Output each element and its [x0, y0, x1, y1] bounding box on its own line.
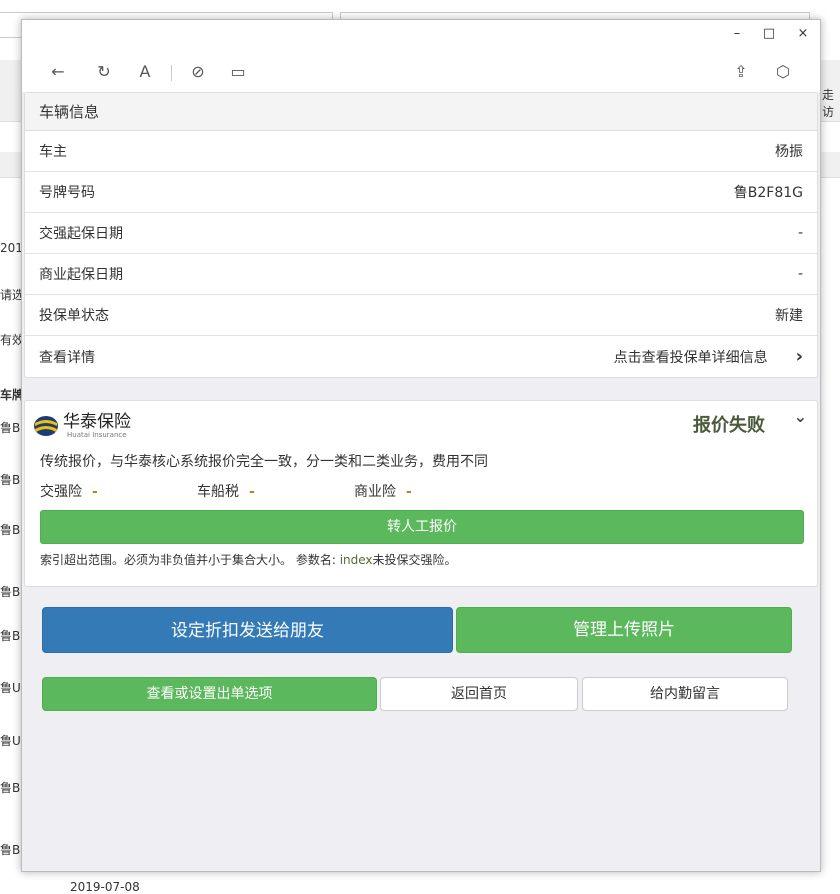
- error-keyword: index: [339, 553, 373, 567]
- chevron-right-icon: ›: [795, 346, 803, 367]
- background-text: 请选择: [0, 288, 22, 302]
- background-text: 有效: [0, 333, 22, 347]
- quote-card: 华泰保险 Huatai Insurance 报价失败 ⌄ 传统报价，与华泰核心系…: [24, 400, 818, 587]
- price-label: 车船税: [197, 484, 239, 500]
- view-details-row[interactable]: 查看详情 点击查看投保单详细信息 ›: [25, 336, 817, 377]
- row-label: 查看详情: [39, 349, 95, 366]
- policy-status-row: 投保单状态 新建: [25, 295, 817, 336]
- row-value: 新建: [775, 308, 803, 324]
- background-text: 鲁B8: [0, 843, 22, 857]
- close-button[interactable]: ×: [793, 26, 813, 41]
- row-value: 鲁B2F81G: [733, 185, 803, 201]
- price-vessel-tax: 车船税 -: [197, 481, 354, 501]
- owner-row: 车主 杨振: [25, 131, 817, 172]
- background-text: 2019: [0, 241, 22, 255]
- refresh-icon[interactable]: ↻: [93, 62, 115, 81]
- quote-status: 报价失败: [693, 415, 765, 436]
- price-commercial: 商业险 -: [354, 481, 511, 501]
- issuing-options-button[interactable]: 查看或设置出单选项: [42, 677, 377, 711]
- background-text: 鲁B3G9: [0, 473, 22, 487]
- price-label: 交强险: [40, 484, 82, 500]
- background-text: 鲁B2F8: [0, 421, 22, 435]
- background-text: 鲁B9: [0, 585, 22, 599]
- maximize-button[interactable]: □: [759, 26, 779, 41]
- row-value: 杨振: [775, 144, 803, 160]
- vehicle-info-card: 车辆信息 车主 杨振 号牌号码 鲁B2F81G 交强起保日期 - 商业起保日期 - 投保…: [24, 92, 818, 378]
- cube-icon[interactable]: ⬡: [772, 62, 794, 81]
- error-text: 未投保交强险。: [372, 553, 457, 567]
- row-value: -: [797, 266, 803, 282]
- background-text: 鲁U039: [0, 681, 22, 695]
- share-icon[interactable]: ⇪: [730, 62, 752, 81]
- manual-quote-button[interactable]: 转人工报价: [40, 510, 804, 544]
- home-button[interactable]: 返回首页: [380, 677, 578, 711]
- logo-en: Huatai Insurance: [67, 431, 127, 439]
- quote-description: 传统报价，与华泰核心系统报价完全一致，分一类和二类业务，费用不同: [40, 454, 488, 470]
- popup-window: – □ × ← ↻ A ⊘ ▭ ⇪ ⬡ 车辆信息 车主 杨振 号牌号码 鲁B2F81…: [21, 19, 821, 872]
- title-bar: – □ × ← ↻ A ⊘ ▭ ⇪ ⬡: [22, 20, 820, 92]
- logo-cn: 华泰保险: [63, 412, 131, 432]
- huatai-logo: 华泰保险 Huatai Insurance: [33, 413, 131, 439]
- background-right-text: 走访: [822, 88, 835, 119]
- minimize-button[interactable]: –: [727, 26, 747, 41]
- background-text: 鲁U039: [0, 734, 22, 748]
- price-compulsory: 交强险 -: [40, 481, 197, 501]
- font-icon[interactable]: A: [134, 62, 156, 81]
- price-value: -: [406, 484, 412, 500]
- row-label: 投保单状态: [39, 308, 109, 324]
- background-text: 鲁B65K: [0, 629, 22, 643]
- window-icon[interactable]: ▭: [227, 62, 249, 81]
- price-value: -: [92, 484, 98, 500]
- commercial-start-row: 商业起保日期 -: [25, 254, 817, 295]
- discount-share-button[interactable]: 设定折扣发送给朋友: [42, 607, 453, 653]
- row-label: 号牌号码: [39, 185, 95, 201]
- chevron-down-icon[interactable]: ⌄: [794, 407, 807, 426]
- back-icon[interactable]: ←: [47, 62, 69, 81]
- background-text: 鲁B2F8: [0, 523, 22, 537]
- price-value: -: [249, 484, 255, 500]
- compulsory-start-row: 交强起保日期 -: [25, 213, 817, 254]
- plate-row: 号牌号码 鲁B2F81G: [25, 172, 817, 213]
- price-list: 交强险 - 车船税 - 商业险 -: [40, 481, 511, 501]
- row-label: 车主: [39, 144, 67, 160]
- row-value: 点击查看投保单详细信息: [613, 350, 768, 366]
- background-text: 鲁B2F8: [0, 781, 22, 795]
- message-button[interactable]: 给内勤留言: [582, 677, 788, 711]
- row-label: 商业起保日期: [39, 267, 123, 283]
- toolbar-divider: [171, 65, 172, 81]
- link-icon[interactable]: ⊘: [187, 62, 209, 81]
- row-value: -: [797, 225, 803, 241]
- row-label: 交强起保日期: [39, 226, 123, 242]
- error-text: 索引超出范围。必须为非负值并小于集合大小。 参数名:: [40, 553, 340, 567]
- price-label: 商业险: [354, 484, 396, 500]
- background-text: 2019-07-08: [70, 880, 140, 894]
- manage-photos-button[interactable]: 管理上传照片: [456, 607, 792, 653]
- background-text: 车牌号: [0, 388, 22, 402]
- error-message: 索引超出范围。必须为非负值并小于集合大小。 参数名: index未投保交强险。: [40, 551, 457, 568]
- vehicle-info-title: 车辆信息: [25, 93, 817, 131]
- huatai-logo-icon: [34, 416, 58, 436]
